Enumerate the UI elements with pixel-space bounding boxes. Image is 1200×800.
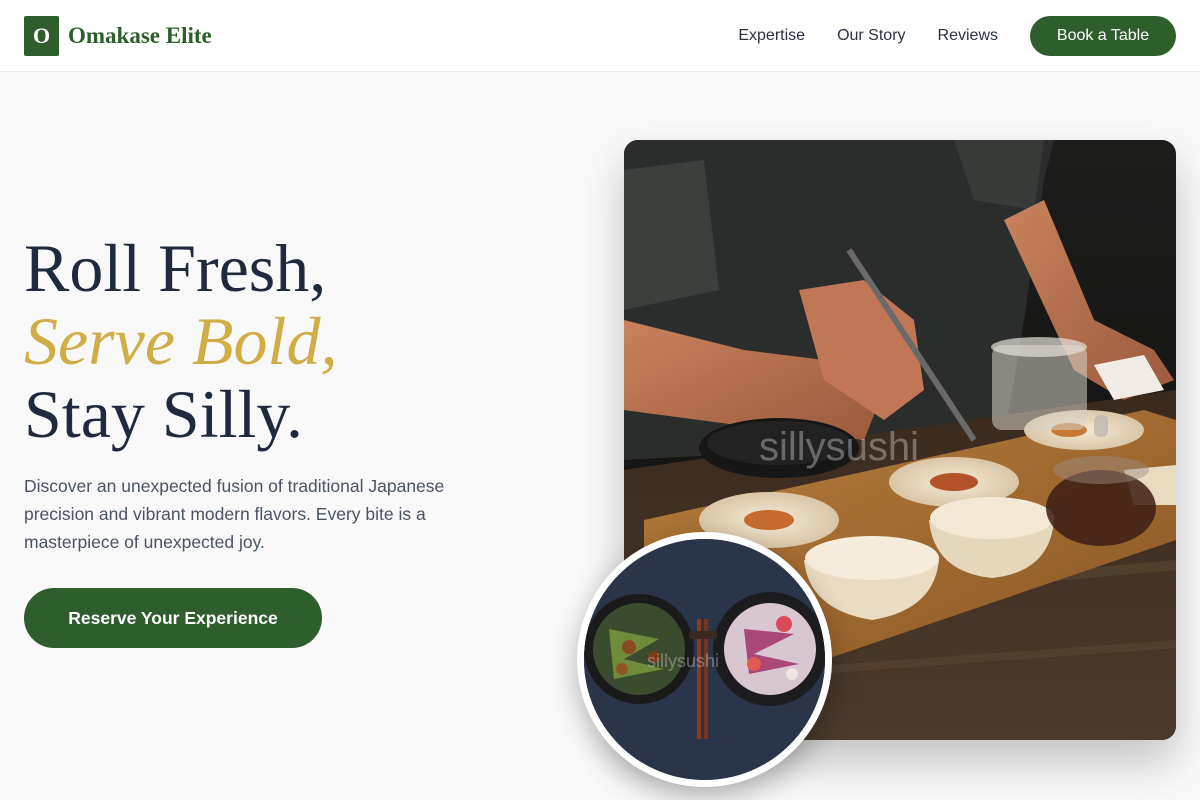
hero-title-line-3: Stay Silly. (24, 376, 303, 452)
hero-title: Roll Fresh, Serve Bold, Stay Silly. (24, 232, 337, 451)
book-table-button[interactable]: Book a Table (1030, 16, 1176, 56)
bowls-photo-watermark: sillysushi (647, 651, 719, 671)
brand-name: Omakase Elite (68, 23, 212, 48)
nav-link-expertise[interactable]: Expertise (738, 27, 805, 45)
top-navbar: O Omakase Elite Expertise Our Story Revi… (0, 0, 1200, 72)
hero-description: Discover an unexpected fusion of traditi… (24, 476, 445, 552)
brand-logo-link[interactable]: O Omakase Elite (24, 16, 212, 56)
bowls-closeup-photo: sillysushi (577, 532, 832, 787)
reserve-experience-button[interactable]: Reserve Your Experience (24, 588, 322, 648)
logo-letter-o-icon: O (24, 16, 59, 56)
nav-link-reviews[interactable]: Reviews (938, 27, 998, 45)
hero-title-line-1: Roll Fresh, (24, 230, 327, 306)
hero-title-line-2: Serve Bold, (24, 303, 338, 379)
nav-link-our-story[interactable]: Our Story (837, 27, 905, 45)
main-photo-watermark: sillysushi (759, 425, 919, 469)
main-nav: Expertise Our Story Reviews Book a Table (738, 16, 1176, 56)
